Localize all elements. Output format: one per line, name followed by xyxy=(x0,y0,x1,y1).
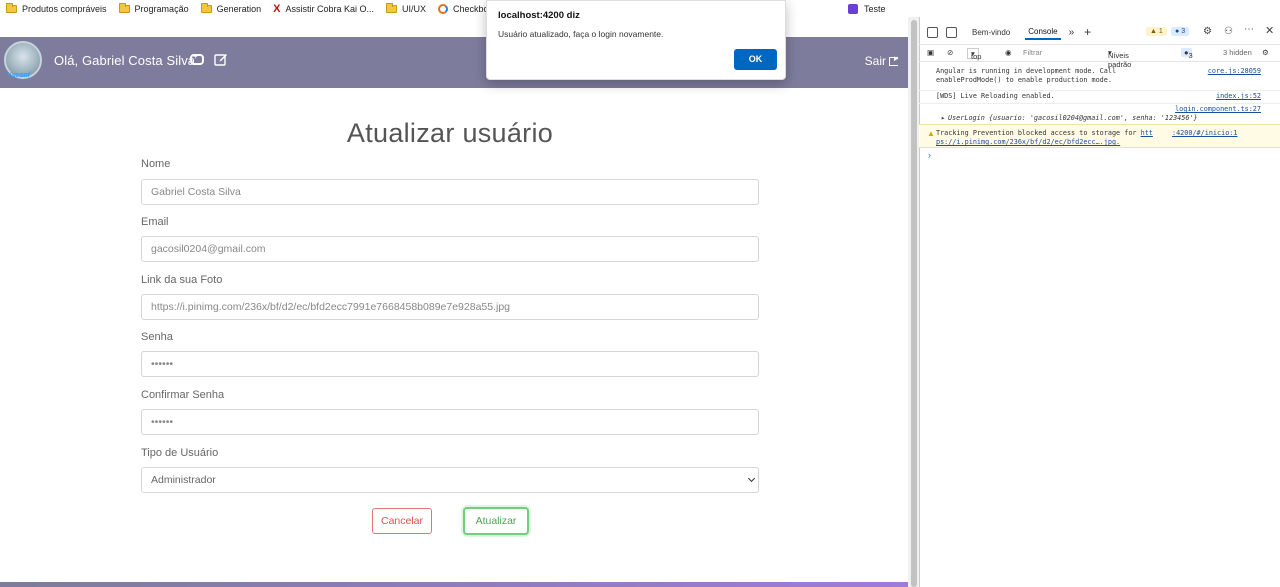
console-text: UserLogin {usuario: 'gacosil0204@gmail.c… xyxy=(948,114,1198,122)
logout-button[interactable]: Sair xyxy=(864,53,899,69)
name-label: Nome xyxy=(141,158,171,170)
dialog-title: localhost:4200 diz xyxy=(498,10,580,21)
bookmark-programacao[interactable]: Programação xyxy=(118,2,189,14)
photo-url-field[interactable]: https://i.pinimg.com/236x/bf/d2/ec/bfd2e… xyxy=(141,294,759,320)
bookmark-generation[interactable]: Generation xyxy=(200,2,262,14)
warning-link[interactable]: htt xyxy=(1141,129,1153,137)
console-message: [WDS] Live Reloading enabled. index.js:5… xyxy=(919,90,1280,102)
tab-console[interactable]: Console xyxy=(1025,25,1061,40)
more-tabs-icon[interactable]: » xyxy=(1069,27,1075,38)
dialog-ok-button[interactable]: OK xyxy=(734,49,777,70)
sign-out-icon xyxy=(889,53,899,66)
console-message: login.component.ts:27 ▸ UserLogin {usuar… xyxy=(919,103,1280,124)
source-link[interactable]: index.js:52 xyxy=(1216,92,1261,100)
levels-count: 3 xyxy=(1188,51,1193,60)
console-text: enableProdMode() to enable production mo… xyxy=(936,76,1112,84)
warning-icon: ▲ xyxy=(927,129,935,138)
email-field[interactable]: gacosil0204@gmail.com xyxy=(141,236,759,262)
source-link[interactable]: login.component.ts:27 xyxy=(1175,105,1261,113)
console-warning: ▲ Tracking Prevention blocked access to … xyxy=(919,124,1280,148)
edit-icon[interactable] xyxy=(214,52,228,66)
sidebar-toggle-icon[interactable]: ▣ xyxy=(927,48,934,57)
codepen-icon xyxy=(438,3,448,14)
clear-console-icon[interactable]: ⊘ xyxy=(947,48,953,57)
device-toolbar-icon[interactable] xyxy=(946,26,957,38)
alert-dialog: localhost:4200 diz Usuário atualizado, f… xyxy=(486,0,786,80)
context-select[interactable]: top ▾ xyxy=(967,48,982,61)
confirm-password-field[interactable]: •••••• xyxy=(141,409,759,435)
avatar-tag: Yaconf xyxy=(7,72,31,79)
connection-icon[interactable]: ⚇ xyxy=(1224,26,1233,37)
more-options-icon[interactable]: ⋯ xyxy=(1244,24,1254,35)
expand-arrow-icon[interactable]: ▸ xyxy=(941,114,945,122)
bookmark-produtos[interactable]: Produtos compráveis xyxy=(6,2,107,14)
confirm-password-label: Confirmar Senha xyxy=(141,389,225,401)
user-type-select[interactable]: Administrador xyxy=(141,467,759,493)
chevron-down-icon xyxy=(747,474,756,483)
x-site-icon: X xyxy=(273,2,281,15)
user-type-label: Tipo de Usuário xyxy=(141,447,219,459)
bookmark-label: Teste xyxy=(864,3,886,14)
warning-link[interactable]: ps://i.pinimg.com/236x/bf/d2/ec/bfd2ecc…… xyxy=(936,138,1280,146)
bookmark-label: Produtos compráveis xyxy=(22,3,107,14)
folder-icon xyxy=(6,2,17,13)
user-type-value: Administrador xyxy=(151,474,216,486)
greeting-text: Olá, Gabriel Costa Silva xyxy=(54,53,196,68)
bookmark-label: UI/UX xyxy=(401,3,426,14)
gamepad-icon[interactable] xyxy=(190,52,204,65)
dialog-message: Usuário atualizado, faça o login novamen… xyxy=(498,29,664,39)
bookmark-label: Generation xyxy=(216,3,262,14)
folder-icon xyxy=(200,2,212,13)
bookmark-label: Programação xyxy=(134,3,189,14)
source-link[interactable]: core.js:28059 xyxy=(1208,67,1261,75)
password-field[interactable]: •••••• xyxy=(141,351,759,377)
console-prompt-icon[interactable]: › xyxy=(928,150,931,160)
context-value: top xyxy=(971,52,982,61)
folder-icon xyxy=(118,2,130,13)
inspect-icon[interactable] xyxy=(927,26,938,38)
footer-bar xyxy=(0,582,908,587)
eye-icon[interactable]: ◉ xyxy=(1005,48,1012,57)
warning-count: 1 xyxy=(1158,28,1163,35)
warning-count-badge[interactable]: ▲ 1 xyxy=(1146,27,1167,36)
close-icon[interactable]: ✕ xyxy=(1265,24,1274,37)
levels-badge: ● 3 xyxy=(1181,48,1193,60)
add-tab-icon[interactable]: + xyxy=(1084,25,1091,39)
filter-input[interactable]: Filtrar xyxy=(1021,46,1101,59)
logout-label: Sair xyxy=(864,54,886,68)
tab-welcome[interactable]: Bem-vindo xyxy=(969,26,1013,39)
folder-icon xyxy=(385,2,397,13)
password-label: Senha xyxy=(141,331,173,343)
settings-gear-icon[interactable]: ⚙ xyxy=(1203,26,1212,37)
app-icon xyxy=(848,3,859,14)
photo-label: Link da sua Foto xyxy=(141,274,223,286)
bookmark-label: Assistir Cobra Kai O... xyxy=(285,3,374,14)
warning-text: Tracking Prevention blocked access to st… xyxy=(936,129,1137,137)
bookmark-uiux[interactable]: UI/UX xyxy=(385,2,426,14)
bookmark-teste[interactable]: Teste xyxy=(848,3,886,14)
cancel-button[interactable]: Cancelar xyxy=(372,508,432,534)
info-count: 3 xyxy=(1181,28,1186,35)
source-link[interactable]: :4200/#/inicio:1 xyxy=(1172,129,1237,137)
console-settings-icon[interactable]: ⚙ xyxy=(1262,48,1269,57)
console-text: [WDS] Live Reloading enabled. xyxy=(936,92,1055,100)
console-message: Angular is running in development mode. … xyxy=(919,67,1280,89)
hidden-count: 3 hidden xyxy=(1223,48,1252,57)
page-title: Atualizar usuário xyxy=(346,118,554,148)
scrollbar-thumb[interactable] xyxy=(911,20,917,587)
console-text: Angular is running in development mode. … xyxy=(936,67,1117,75)
bookmark-cobra-kai[interactable]: X Assistir Cobra Kai O... xyxy=(273,3,374,15)
update-button[interactable]: Atualizar xyxy=(463,507,529,535)
info-count-badge[interactable]: ● 3 xyxy=(1171,27,1190,36)
name-field[interactable]: Gabriel Costa Silva xyxy=(141,179,759,205)
email-label: Email xyxy=(141,216,169,228)
levels-dropdown[interactable]: Níveis padrão ▾ xyxy=(1108,48,1131,69)
